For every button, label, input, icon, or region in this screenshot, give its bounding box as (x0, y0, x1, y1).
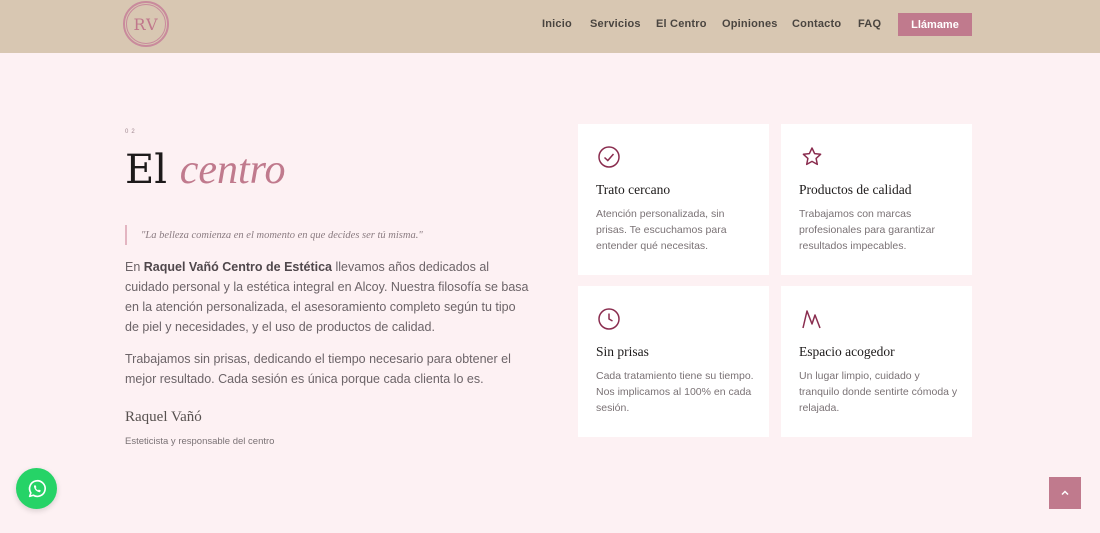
about-paragraph-2: Trabajamos sin prisas, dedicando el tiem… (125, 352, 511, 386)
whatsapp-button[interactable] (16, 468, 57, 509)
card-title: Espacio acogedor (799, 344, 895, 359)
feature-card-sin-prisas: Sin prisas Cada tratamiento tiene su tie… (578, 286, 769, 437)
card-text: Un lugar limpio, cuidado y tranquilo don… (799, 370, 958, 414)
nav-faq[interactable]: FAQ (858, 18, 881, 30)
check-circle-icon (598, 146, 620, 168)
nav-contacto[interactable]: Contacto (792, 18, 841, 30)
nav-opiniones[interactable]: Opiniones (722, 18, 778, 30)
card-title: Sin prisas (596, 344, 649, 359)
feature-card-productos: Productos de calidad Trabajamos con marc… (781, 124, 972, 275)
back-to-top-button[interactable] (1049, 477, 1081, 509)
feature-card-trato: Trato cercano Atención personalizada, si… (578, 124, 769, 275)
site-header: RV Inicio Servicios El Centro Opiniones … (0, 0, 1100, 53)
about-paragraph-1: En Raquel Vañó Centro de Estética llevam… (125, 257, 530, 337)
section-number: 02 (125, 129, 138, 135)
title-accent: centro (179, 147, 286, 193)
card-text: Trabajamos con marcas profesionales para… (799, 208, 935, 252)
mountain-icon (802, 310, 821, 329)
nav-servicios[interactable]: Servicios (590, 18, 641, 30)
section-title: El centro (125, 146, 285, 194)
para1-prefix: En (125, 260, 144, 274)
call-button[interactable]: Llámame (898, 13, 972, 36)
clock-icon (598, 308, 620, 330)
star-icon (802, 147, 822, 166)
quote: "La belleza comienza en el momento en qu… (125, 225, 423, 245)
signature-name: Raquel Vañó (125, 409, 202, 425)
whatsapp-icon (28, 479, 46, 497)
card-text: Atención personalizada, sin prisas. Te e… (596, 208, 727, 252)
feature-card-espacio: Espacio acogedor Un lugar limpio, cuidad… (781, 286, 972, 437)
signature-role: Esteticista y responsable del centro (125, 436, 275, 447)
chevron-up-icon (1061, 490, 1069, 496)
title-plain: El (125, 147, 167, 193)
card-text: Cada tratamiento tiene su tiempo. Nos im… (596, 370, 754, 414)
business-name: Raquel Vañó Centro de Estética (143, 260, 333, 274)
card-title: Trato cercano (596, 182, 671, 197)
card-title: Productos de calidad (799, 182, 912, 197)
nav-inicio[interactable]: Inicio (542, 18, 572, 30)
nav-el-centro[interactable]: El Centro (656, 18, 707, 30)
